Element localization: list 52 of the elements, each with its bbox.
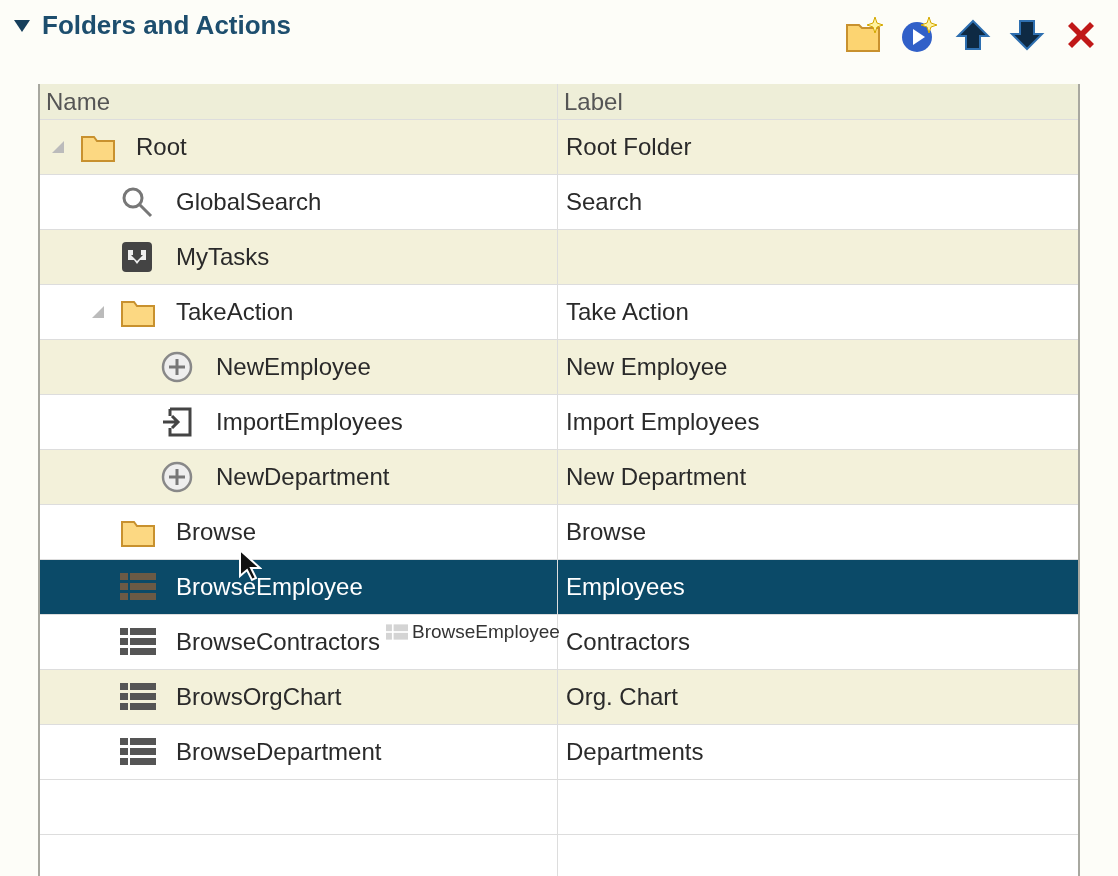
add-icon — [160, 350, 194, 384]
node-label: Browse — [566, 517, 647, 547]
tree-row[interactable]: TakeAction Take Action — [40, 285, 1078, 340]
tree-row[interactable]: Browse Browse — [40, 505, 1078, 560]
import-icon — [160, 405, 194, 439]
arrow-down-icon — [1009, 17, 1045, 53]
tree-row[interactable]: GlobalSearch Search — [40, 175, 1078, 230]
node-name: TakeAction — [176, 297, 294, 327]
inbox-icon — [120, 240, 154, 274]
node-label: Departments — [566, 737, 704, 767]
node-label: Take Action — [566, 297, 689, 327]
node-name: MyTasks — [176, 242, 270, 272]
node-label: Root Folder — [566, 132, 692, 162]
node-label: Org. Chart — [566, 682, 679, 712]
node-label: Import Employees — [566, 407, 760, 437]
arrow-up-icon — [955, 17, 991, 53]
tree-row[interactable]: MyTasks — [40, 230, 1078, 285]
play-plus-icon — [899, 15, 939, 55]
section-title: Folders and Actions — [42, 9, 291, 42]
list-icon — [120, 737, 156, 767]
node-name: NewDepartment — [216, 462, 390, 492]
node-name: Browse — [176, 517, 257, 547]
drag-preview-label: BrowseEmployee — [412, 620, 560, 644]
add-icon — [160, 460, 194, 494]
node-label: New Employee — [566, 352, 728, 382]
tree-row[interactable]: BrowseDepartment Departments — [40, 725, 1078, 780]
list-icon — [386, 623, 408, 642]
column-header[interactable]: Label — [558, 84, 1078, 120]
tree-row[interactable]: NewEmployee New Employee — [40, 340, 1078, 395]
node-label: Search — [566, 187, 643, 217]
folder-plus-icon — [845, 15, 885, 55]
list-icon — [120, 572, 156, 602]
caret-icon[interactable] — [14, 19, 30, 32]
node-name: BrowseEmployee — [176, 572, 363, 602]
node-name: GlobalSearch — [176, 187, 322, 217]
tree-row[interactable]: BrowsOrgChart Org. Chart — [40, 670, 1078, 725]
list-icon — [120, 682, 156, 712]
node-name: BrowsOrgChart — [176, 682, 342, 712]
node-label: Contractors — [566, 627, 691, 657]
node-label: Employees — [566, 572, 685, 602]
tree-row[interactable]: Root Root Folder — [40, 120, 1078, 175]
search-icon — [120, 185, 154, 219]
list-icon — [120, 627, 156, 657]
node-name: BrowseDepartment — [176, 737, 382, 767]
node-name: NewEmployee — [216, 352, 371, 382]
node-name: ImportEmployees — [216, 407, 403, 437]
tree-row[interactable]: ImportEmployees Import Employees — [40, 395, 1078, 450]
tree-row[interactable]: BrowseEmployee Employees — [40, 560, 1078, 615]
node-name: BrowseContractors — [176, 627, 381, 657]
tree-row[interactable]: NewDepartment New Department — [40, 450, 1078, 505]
node-label: New Department — [566, 462, 747, 492]
node-name: Root — [136, 132, 187, 162]
